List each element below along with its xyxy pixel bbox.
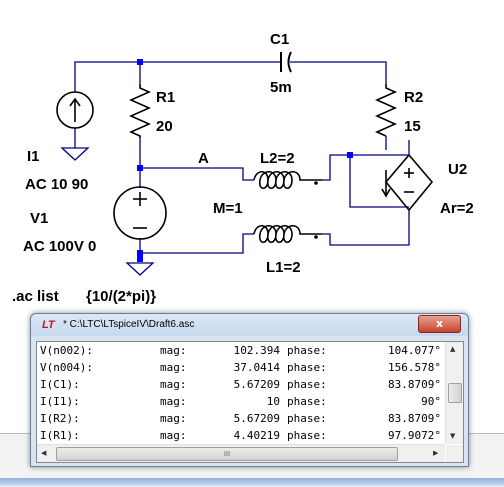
v1-name: V1 <box>30 210 48 227</box>
row-phase-value: 90° <box>421 395 441 408</box>
r2-value: 15 <box>404 118 421 135</box>
row-name: V(n004): <box>40 361 93 374</box>
row-phase-label: phase: <box>287 344 327 357</box>
dependent-source-u2[interactable] <box>381 153 434 212</box>
l2-phase-dot <box>314 181 318 185</box>
list-item: I(R2): mag: 5.67209 phase: 83.8709° <box>37 410 445 427</box>
row-phase-label: phase: <box>287 378 327 391</box>
u2-value: Ar=2 <box>440 200 474 217</box>
row-mag-value: 4.40219 <box>233 429 280 442</box>
row-mag-value: 102.394 <box>233 344 280 357</box>
resistor-r2[interactable] <box>375 84 397 137</box>
resistor-r1[interactable] <box>129 84 151 138</box>
vertical-scroll-thumb[interactable] <box>448 383 462 403</box>
r2-name: R2 <box>404 89 423 106</box>
taskbar-strip <box>0 478 504 486</box>
close-button[interactable]: x <box>418 315 461 333</box>
node-a-label: A <box>198 150 209 167</box>
scroll-up-icon[interactable]: ▲ <box>450 345 455 353</box>
list-item: V(n004): mag: 37.0414 phase: 156.578° <box>37 359 445 376</box>
i1-value: AC 10 90 <box>25 176 88 193</box>
scroll-down-icon[interactable]: ▼ <box>450 432 455 440</box>
vertical-scrollbar[interactable]: ▲ ▼ <box>445 342 463 444</box>
row-mag-value: 37.0414 <box>233 361 280 374</box>
row-name: I(R1): <box>40 429 80 442</box>
c1-value: 5m <box>270 79 292 96</box>
r1-value: 20 <box>156 118 173 135</box>
window-title: * C:\LTC\LTspiceIV\Draft6.asc <box>63 319 195 330</box>
voltage-source-v1[interactable] <box>113 186 167 240</box>
inductor-l2[interactable] <box>253 170 322 190</box>
row-phase-label: phase: <box>287 361 327 374</box>
list-item: I(I1): mag: 10 phase: 90° <box>37 393 445 410</box>
i1-name: I1 <box>27 148 40 165</box>
row-name: V(n002): <box>40 344 93 357</box>
row-phase-value: 97.9072° <box>388 429 441 442</box>
ground-icon <box>60 147 90 161</box>
row-mag-value: 5.67209 <box>233 412 280 425</box>
row-name: I(R2): <box>40 412 80 425</box>
ac-directive-label[interactable]: .ac list <box>12 288 59 305</box>
inductor-l1[interactable] <box>253 224 322 244</box>
row-phase-value: 104.077° <box>388 344 441 357</box>
ac-results-window[interactable]: LT * C:\LTC\LTspiceIV\Draft6.asc x V(n00… <box>30 313 469 467</box>
schematic-canvas: C1 5m R1 20 R2 15 I1 AC 10 90 V1 AC 100V… <box>12 31 474 305</box>
list-item: V(n002): mag: 102.394 phase: 104.077° <box>37 342 445 359</box>
results-list: V(n002): mag: 102.394 phase: 104.077° V(… <box>37 342 445 444</box>
row-mag-value: 10 <box>266 395 280 408</box>
ground-icon <box>125 256 155 276</box>
row-mag-value: 5.67209 <box>233 378 280 391</box>
horizontal-scroll-thumb[interactable]: III <box>56 447 398 461</box>
row-mag-label: mag: <box>160 412 187 425</box>
row-mag-label: mag: <box>160 429 187 442</box>
window-titlebar[interactable]: LT * C:\LTC\LTspiceIV\Draft6.asc x <box>31 314 468 336</box>
scroll-right-icon[interactable]: ▶ <box>433 449 438 457</box>
row-mag-label: mag: <box>160 344 187 357</box>
v1-value: AC 100V 0 <box>23 238 96 255</box>
row-name: I(I1): <box>40 395 80 408</box>
row-name: I(C1): <box>40 378 80 391</box>
mutual-label: M=1 <box>213 200 243 217</box>
row-mag-label: mag: <box>160 378 187 391</box>
row-mag-label: mag: <box>160 361 187 374</box>
wires <box>74 61 410 254</box>
row-phase-label: phase: <box>287 395 327 408</box>
current-source-i1[interactable] <box>56 91 94 129</box>
results-panel: V(n002): mag: 102.394 phase: 104.077° V(… <box>36 341 464 463</box>
row-phase-label: phase: <box>287 429 327 442</box>
r1-name: R1 <box>156 89 175 106</box>
scroll-left-icon[interactable]: ◀ <box>41 449 46 457</box>
u2-name: U2 <box>448 161 467 178</box>
l1-name: L1=2 <box>266 259 301 276</box>
row-phase-label: phase: <box>287 412 327 425</box>
scroll-corner <box>446 445 463 462</box>
l1-phase-dot <box>314 235 318 239</box>
c1-name: C1 <box>270 31 289 48</box>
ltspice-icon: LT <box>42 319 55 331</box>
horizontal-scrollbar[interactable]: ◀ III ▶ <box>37 444 445 462</box>
row-phase-value: 83.8709° <box>388 378 441 391</box>
list-item: I(C1): mag: 5.67209 phase: 83.8709° <box>37 376 445 393</box>
capacitor-c1[interactable] <box>280 51 292 73</box>
l2-name: L2=2 <box>260 150 295 167</box>
ac-directive-value[interactable]: {10/(2*pi)} <box>86 288 156 305</box>
row-mag-label: mag: <box>160 395 187 408</box>
row-phase-value: 83.8709° <box>388 412 441 425</box>
list-item: I(R1): mag: 4.40219 phase: 97.9072° <box>37 427 445 444</box>
row-phase-value: 156.578° <box>388 361 441 374</box>
